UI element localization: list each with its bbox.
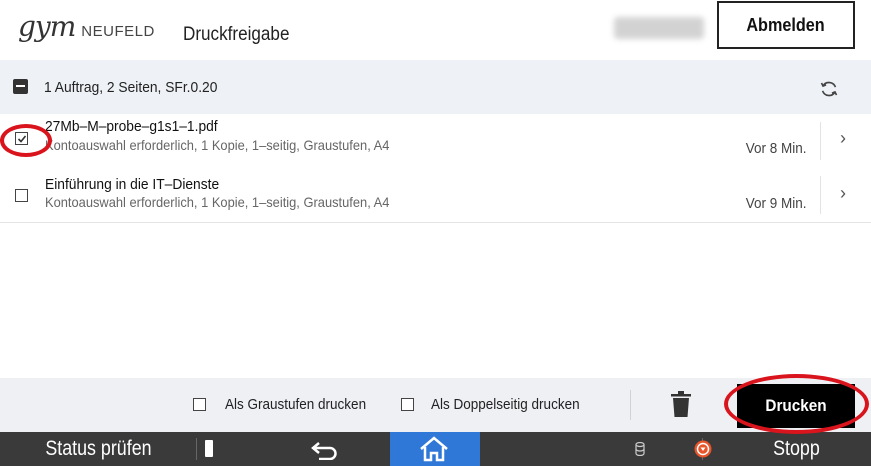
status-check-label: Status prüfen [44, 437, 152, 460]
back-icon[interactable] [310, 440, 342, 460]
job-name: Einführung in die IT–Dienste [45, 176, 220, 193]
storage-icon [635, 442, 645, 456]
trash-icon[interactable] [671, 391, 691, 417]
system-bar-divider [196, 438, 197, 460]
row-divider [820, 176, 821, 214]
user-name-redacted [614, 17, 704, 39]
logout-button[interactable]: Abmelden [717, 1, 855, 49]
stop-icon[interactable] [694, 440, 712, 458]
options-divider [630, 390, 631, 420]
stop-button[interactable]: Stopp [737, 432, 855, 466]
checkmark-icon [17, 134, 26, 143]
home-icon [420, 436, 448, 462]
job-name: 27Mb–M–probe–g1s1–1.pdf [45, 118, 218, 135]
grayscale-checkbox[interactable] [193, 398, 206, 411]
job-time: Vor 8 Min. [746, 140, 807, 157]
toner-level-icon [205, 440, 213, 457]
row-divider [820, 122, 821, 160]
duplex-label[interactable]: Als Doppelseitig drucken [431, 396, 580, 413]
job-time: Vor 9 Min. [746, 195, 807, 212]
status-check-button[interactable]: Status prüfen [0, 432, 196, 466]
duplex-checkbox[interactable] [401, 398, 414, 411]
print-button[interactable]: Drucken [737, 384, 855, 428]
stop-button-label: Stopp [772, 437, 820, 460]
logout-button-label: Abmelden [746, 14, 826, 35]
deselect-all-checkbox[interactable] [13, 79, 28, 94]
print-button-label: Drucken [765, 396, 827, 415]
logo-primary: gym [18, 10, 76, 43]
logo-secondary: NEUFELD [81, 23, 155, 40]
job-details: Kontoauswahl erforderlich, 1 Kopie, 1–se… [45, 137, 390, 153]
job-checkbox[interactable] [15, 132, 28, 145]
chevron-right-icon[interactable]: › [840, 128, 846, 149]
job-checkbox[interactable] [15, 189, 28, 202]
job-details: Kontoauswahl erforderlich, 1 Kopie, 1–se… [45, 194, 390, 210]
grayscale-label[interactable]: Als Graustufen drucken [225, 396, 366, 413]
page-title: Druckfreigabe [183, 24, 290, 45]
refresh-icon[interactable] [818, 78, 840, 100]
job-summary-text: 1 Auftrag, 2 Seiten, SFr.0.20 [44, 79, 218, 96]
logo: gym NEUFELD [18, 10, 155, 46]
chevron-right-icon[interactable]: › [840, 183, 846, 204]
